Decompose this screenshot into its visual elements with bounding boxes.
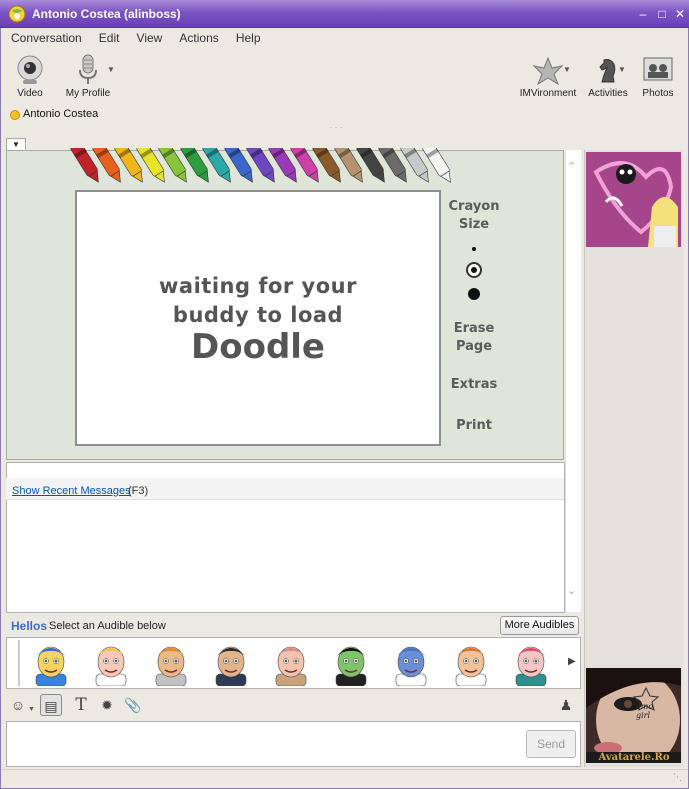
photos-label: Photos	[642, 88, 674, 99]
audible-char-2[interactable]	[88, 640, 134, 687]
avatar-watermark: Avatarele.Ro	[598, 752, 670, 763]
status-bar	[1, 769, 688, 788]
scroll-down-icon[interactable]: ⌄	[567, 584, 576, 597]
text-format-icon[interactable]: T	[70, 694, 92, 716]
audible-char-8[interactable]	[448, 640, 494, 687]
leaf-icon	[532, 56, 564, 86]
close-icon[interactable]: ✕	[673, 7, 687, 21]
resize-grip-icon[interactable]: ⋱	[673, 772, 682, 783]
buddy-avatar-image	[586, 152, 681, 247]
send-button[interactable]: Send	[526, 730, 576, 758]
crayon-palette[interactable]	[60, 148, 460, 196]
print-button[interactable]: Print	[444, 417, 504, 435]
my-profile-label: My Profile	[65, 88, 111, 99]
chevron-down-icon[interactable]: ▼	[618, 65, 626, 74]
menu-help[interactable]: Help	[236, 31, 261, 45]
menu-actions[interactable]: Actions	[179, 31, 218, 45]
imvironment-label: IMVironment	[519, 88, 577, 99]
contact-details-icon[interactable]: ♟	[555, 694, 577, 716]
chevron-down-icon[interactable]: ▼	[563, 65, 571, 74]
imvironment-button[interactable]: IMVironment	[518, 54, 578, 104]
menu-view[interactable]: View	[137, 31, 163, 45]
buddy-name: Antonio Costea	[23, 108, 99, 120]
more-audibles-button[interactable]: More Audibles	[500, 616, 579, 635]
menu-bar: Conversation Edit View Actions Help	[4, 31, 268, 47]
scroll-up-icon[interactable]: ⌃	[567, 160, 576, 173]
crayon-size-label: Crayon Size	[444, 198, 504, 234]
maximize-icon[interactable]: □	[655, 7, 669, 21]
crayon-size-line-2: Size	[458, 217, 490, 232]
audible-char-4[interactable]	[208, 640, 254, 687]
crayon-size-line-1: Crayon	[448, 199, 500, 214]
audible-char-3[interactable]	[148, 640, 194, 687]
photos-button[interactable]: Photos	[628, 54, 688, 104]
doodle-title: Doodle	[191, 327, 325, 367]
chevron-down-icon[interactable]: ▼	[28, 706, 35, 713]
splitter-grip-icon[interactable]: ˙˙˙	[330, 126, 345, 136]
emoticon-icon[interactable]: ☺	[7, 694, 29, 716]
video-label: Video	[17, 88, 43, 99]
crayon-size-large[interactable]	[468, 288, 480, 300]
audibles-category: Hellos	[11, 619, 48, 633]
waiting-line-2: buddy to load	[172, 303, 344, 327]
window-title: Antonio Costea (alinboss)	[32, 7, 181, 21]
nudge-icon[interactable]: ✹	[96, 694, 118, 716]
audible-char-7[interactable]	[388, 640, 434, 687]
recent-messages-shortcut: (F3)	[128, 485, 149, 497]
my-avatar-image	[586, 668, 681, 763]
erase-line-2: Page	[455, 339, 493, 354]
audible-char-5[interactable]	[268, 640, 314, 687]
message-scrollbar[interactable]	[565, 150, 581, 612]
messenger-logo-icon	[8, 5, 26, 23]
doodle-waiting-text: waiting for your buddy to load	[75, 272, 441, 330]
erase-line-1: Erase	[453, 321, 495, 336]
audibles-instruction: Select an Audible below	[49, 620, 166, 632]
menu-conversation[interactable]: Conversation	[11, 31, 82, 45]
my-profile-button[interactable]: My Profile	[58, 54, 118, 104]
status-icon	[10, 110, 20, 120]
waiting-line-1: waiting for your	[159, 274, 357, 298]
video-button[interactable]: Video	[0, 54, 60, 104]
crayon-size-small[interactable]	[472, 247, 476, 251]
erase-page-button[interactable]: Erase Page	[444, 320, 504, 356]
buddy-avatar[interactable]	[586, 152, 681, 247]
webcam-icon	[17, 55, 43, 84]
message-input[interactable]	[6, 721, 581, 767]
audibles-toggle-icon[interactable]: ▤	[40, 694, 62, 716]
menu-edit[interactable]: Edit	[99, 31, 120, 45]
microphone-icon	[79, 54, 97, 84]
audible-char-1[interactable]	[28, 640, 74, 687]
audibles-divider	[18, 640, 20, 686]
photos-icon	[643, 57, 673, 81]
audible-char-9[interactable]	[508, 640, 554, 687]
attachment-icon[interactable]: 📎	[122, 694, 144, 716]
chevron-right-icon[interactable]: ▶	[568, 656, 576, 667]
minimize-icon[interactable]: –	[636, 7, 650, 21]
audible-char-6[interactable]	[328, 640, 374, 687]
panel-collapse-icon[interactable]: ▼	[6, 138, 26, 150]
extras-button[interactable]: Extras	[444, 376, 504, 394]
my-avatar[interactable]: emo girl Avatarele.Ro	[586, 668, 681, 763]
crayon-size-medium[interactable]	[466, 262, 482, 278]
show-recent-messages-link[interactable]: Show Recent Messages	[12, 485, 131, 497]
my-avatar-caption: emo girl	[636, 702, 654, 720]
chevron-down-icon[interactable]: ▼	[107, 65, 115, 74]
